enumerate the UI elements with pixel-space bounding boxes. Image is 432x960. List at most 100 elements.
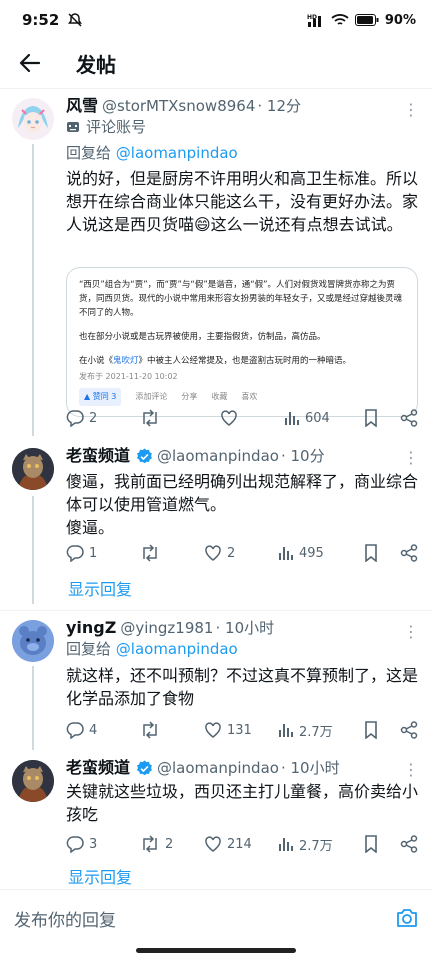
thread-line bbox=[32, 496, 34, 604]
reply-tweet-3[interactable]: ⋮ yingZ @yingz1981 · 10小时 回复给 @laomanpin… bbox=[0, 618, 432, 750]
reply-button[interactable]: 1 bbox=[66, 544, 140, 562]
bookmark-icon[interactable] bbox=[364, 544, 378, 562]
view-count: 2.7万 bbox=[299, 838, 333, 854]
heart-icon bbox=[205, 722, 221, 738]
like-button[interactable] bbox=[220, 409, 284, 427]
views-chart-icon bbox=[285, 412, 299, 425]
card-action-bar: ▲ 赞同 3 添加评论 分享 收藏 喜欢 bbox=[79, 388, 405, 406]
tweet-text: 关键就这些垃圾，西贝还主打儿童餐，高价卖给小孩吃 bbox=[66, 782, 419, 824]
tweet-actions-right bbox=[364, 544, 418, 562]
views-chart-icon bbox=[279, 547, 293, 560]
card-fav: 收藏 bbox=[211, 392, 228, 401]
back-button[interactable] bbox=[2, 40, 58, 86]
tweet-time: · 10小时 bbox=[215, 619, 275, 637]
reply-composer[interactable]: 发布你的回复 bbox=[0, 890, 432, 946]
views-button[interactable]: 2.7万 bbox=[278, 721, 352, 740]
share-icon[interactable] bbox=[400, 721, 418, 739]
bookmark-icon[interactable] bbox=[364, 835, 378, 853]
view-count: 604 bbox=[305, 410, 330, 426]
retweet-button[interactable] bbox=[140, 409, 220, 427]
reply-button[interactable]: 3 bbox=[66, 835, 140, 853]
tweet-actions: 2 604 bbox=[66, 406, 418, 430]
notification-muted-icon bbox=[67, 12, 83, 28]
svg-text:HD: HD bbox=[307, 14, 317, 21]
tweet-actions: 3 2 214 2.7万 bbox=[66, 832, 418, 856]
reply-tweet-1[interactable]: ⋮ 风雪 @storMTXsnow8964 · 12分 评论账号 回复给 @la… bbox=[0, 96, 432, 436]
author-name[interactable]: yingZ bbox=[66, 618, 116, 638]
card-paragraph-2: 也在部分小说或是古玩界被使用，主要指假货，仿制品，高仿品。 bbox=[79, 332, 326, 342]
top-app-bar: 发帖 bbox=[0, 40, 432, 86]
signal-icon: HD bbox=[307, 13, 325, 27]
wifi-icon bbox=[331, 13, 349, 27]
author-handle[interactable]: @laomanpindao bbox=[157, 446, 279, 466]
like-count: 131 bbox=[227, 722, 252, 738]
like-button[interactable]: 2 bbox=[204, 544, 278, 562]
retweet-count: 2 bbox=[165, 836, 174, 852]
reply-count: 3 bbox=[89, 836, 98, 852]
like-count: 2 bbox=[227, 545, 236, 561]
retweet-button[interactable] bbox=[140, 721, 204, 739]
author-handle[interactable]: @yingz1981 bbox=[120, 618, 213, 638]
reply-input-placeholder[interactable]: 发布你的回复 bbox=[14, 906, 116, 931]
card-p3-link: 鬼吹灯 bbox=[113, 356, 139, 366]
avatar[interactable] bbox=[12, 448, 54, 490]
reply-to-link[interactable]: @laomanpindao bbox=[116, 144, 238, 162]
author-row: yingZ @yingz1981 · 10小时 bbox=[66, 618, 418, 638]
author-handle[interactable]: @storMTXsnow8964 bbox=[102, 96, 255, 116]
card-p3-post: 》中被主人公经常提及，也是盗割古玩时用的一种暗语。 bbox=[138, 356, 352, 366]
tweet-actions: 1 2 495 bbox=[66, 541, 418, 565]
views-chart-icon bbox=[279, 838, 293, 851]
like-button[interactable]: 214 bbox=[204, 835, 278, 853]
retweet-icon bbox=[143, 544, 157, 562]
show-replies-link[interactable]: 显示回复 bbox=[68, 576, 132, 600]
reply-context: 回复给 @laomanpindao bbox=[66, 142, 418, 164]
view-count: 2.7万 bbox=[299, 724, 333, 740]
author-row: 风雪 @storMTXsnow8964 · 12分 bbox=[66, 96, 418, 116]
views-button[interactable]: 2.7万 bbox=[278, 835, 352, 854]
author-handle[interactable]: @laomanpindao bbox=[157, 758, 279, 778]
retweet-button[interactable] bbox=[140, 544, 204, 562]
reply-button[interactable]: 4 bbox=[66, 721, 140, 739]
avatar[interactable] bbox=[12, 620, 54, 662]
like-button[interactable]: 131 bbox=[204, 721, 278, 739]
tweet-text: 就这样，还不叫预制？不过这真不算预制了，这是化学品添加了食物 bbox=[66, 666, 419, 708]
image-attachment[interactable]: “西贝”组合为“贾”，而“贾”与“假”是谐音，通“假”。人们对假货戏冒牌货亦称之… bbox=[66, 267, 418, 417]
retweet-icon bbox=[143, 721, 157, 739]
reply-button[interactable]: 2 bbox=[66, 409, 140, 427]
share-icon[interactable] bbox=[400, 835, 418, 853]
author-name[interactable]: 老蛮频道 bbox=[66, 758, 130, 778]
card-vote: ▲ 赞同 3 bbox=[79, 388, 122, 406]
view-count: 495 bbox=[299, 545, 324, 561]
reply-icon bbox=[66, 410, 84, 427]
reply-count: 4 bbox=[89, 722, 98, 738]
author-name[interactable]: 风雪 bbox=[66, 96, 98, 116]
camera-icon[interactable] bbox=[396, 908, 418, 928]
reply-tweet-2[interactable]: ⋮ 老蛮频道 @laomanpindao · 10分 傻逼，我前面已经明确列出规… bbox=[0, 444, 432, 604]
retweet-button[interactable]: 2 bbox=[140, 835, 204, 853]
reply-icon bbox=[66, 836, 84, 853]
show-replies-link[interactable]: 显示回复 bbox=[68, 864, 132, 888]
header-divider bbox=[0, 88, 432, 89]
heart-icon bbox=[221, 410, 237, 426]
share-icon[interactable] bbox=[400, 409, 418, 427]
heart-icon bbox=[205, 836, 221, 852]
reply-icon bbox=[66, 545, 84, 562]
bookmark-icon[interactable] bbox=[364, 721, 378, 739]
battery-level: 90% bbox=[384, 12, 416, 28]
bookmark-icon[interactable] bbox=[364, 409, 378, 427]
views-chart-icon bbox=[279, 724, 293, 737]
card-comment: 添加评论 bbox=[135, 392, 168, 401]
reply-to-link[interactable]: @laomanpindao bbox=[116, 640, 238, 658]
retweet-icon bbox=[143, 409, 157, 427]
reply-prefix: 回复给 bbox=[66, 640, 116, 658]
account-label: 评论账号 bbox=[66, 116, 418, 138]
author-name[interactable]: 老蛮频道 bbox=[66, 446, 130, 466]
reply-tweet-4[interactable]: ⋮ 老蛮频道 @laomanpindao · 10小时 关键就这些垃圾，西贝还主… bbox=[0, 756, 432, 888]
share-icon[interactable] bbox=[400, 544, 418, 562]
views-button[interactable]: 604 bbox=[284, 410, 358, 426]
views-button[interactable]: 495 bbox=[278, 545, 352, 561]
avatar[interactable] bbox=[12, 98, 54, 140]
author-row: 老蛮频道 @laomanpindao · 10分 bbox=[66, 446, 418, 466]
avatar[interactable] bbox=[12, 760, 54, 802]
gesture-home-bar[interactable] bbox=[136, 948, 296, 953]
